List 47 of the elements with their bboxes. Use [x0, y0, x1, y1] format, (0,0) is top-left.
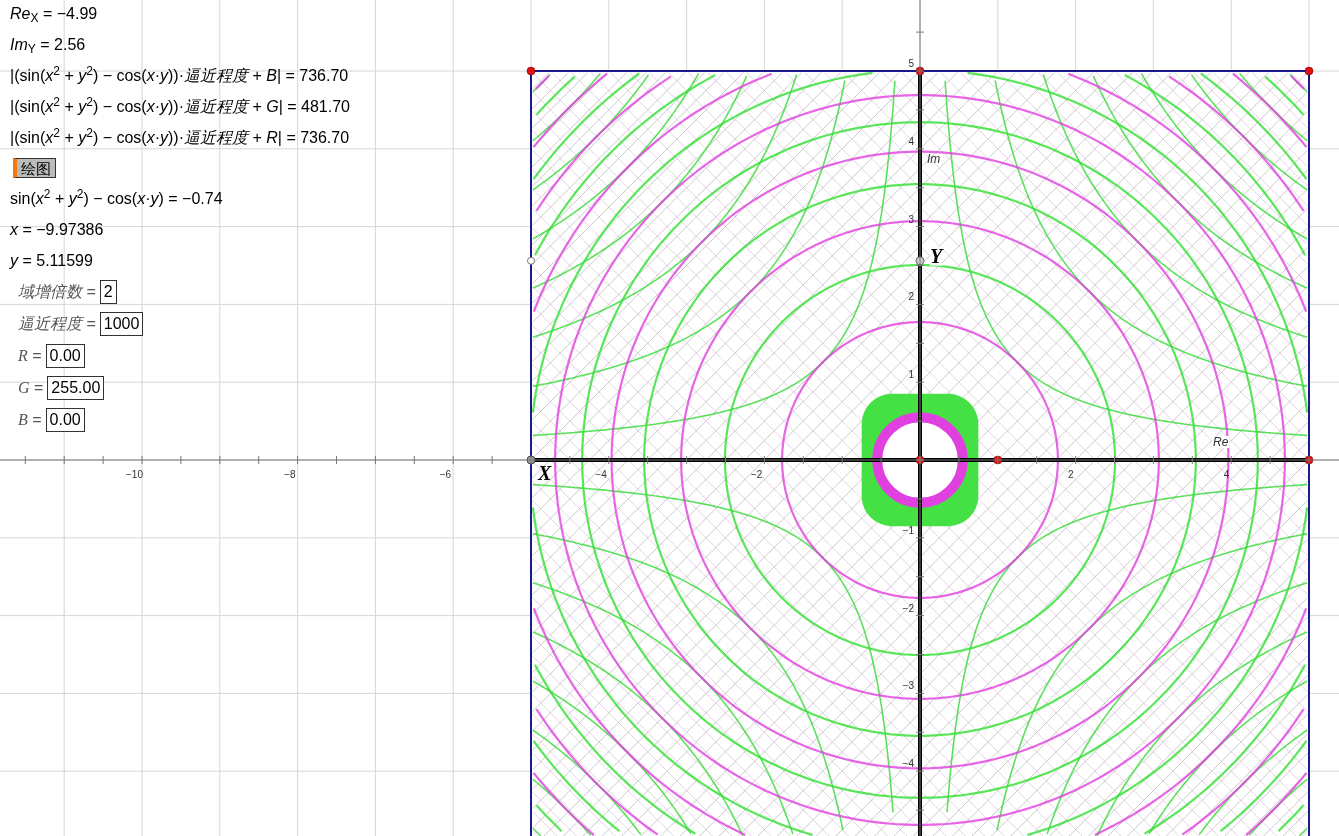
- input-field[interactable]: 1000: [99, 312, 144, 336]
- input-field[interactable]: 0.00: [45, 408, 85, 432]
- axis-tick-label: 5: [907, 57, 914, 71]
- input-field[interactable]: 255.00: [47, 376, 105, 400]
- input-label: G =: [18, 378, 44, 398]
- axis-tick-label: −4: [594, 468, 607, 482]
- axis-label: Im: [927, 151, 941, 168]
- input-label: 逼近程度 =: [18, 314, 96, 334]
- axis-tick-label: 2: [907, 290, 914, 305]
- axis-tick-label: −2: [901, 601, 914, 616]
- axis-tick-label: 2: [1067, 468, 1074, 482]
- axis-label: Re: [1212, 436, 1230, 448]
- point[interactable]: [1304, 455, 1314, 465]
- axis-tick-label: −6: [438, 468, 452, 482]
- point[interactable]: [526, 455, 536, 465]
- point-label: Y: [930, 246, 943, 266]
- algebra-entry: |(sin(x$^{2}$ + y$^{2}$) − cos(x·y))·逼近程度 + G| = 481.70: [10, 94, 350, 117]
- axis-tick-label: −2: [750, 468, 763, 482]
- point[interactable]: [915, 66, 925, 76]
- point[interactable]: [527, 256, 535, 265]
- point[interactable]: [1304, 66, 1314, 76]
- algebra-entry: y = 5.11599: [10, 250, 93, 271]
- input-label: 域增倍数 =: [18, 282, 96, 302]
- input-field[interactable]: 0.00: [45, 344, 85, 368]
- algebra-entry: x = −9.97386: [10, 219, 104, 240]
- axis-tick-label: −3: [901, 679, 914, 694]
- algebra-entry: sin(x$^{2}$ + y$^{2}$) − cos(x·y) = −0.74: [10, 186, 223, 209]
- point[interactable]: [915, 455, 925, 465]
- algebra-entry: Re$_{X}$ = −4.99: [10, 3, 98, 26]
- algebra-entry: Im$_{Y}$ = 2.56: [10, 34, 86, 57]
- axis-tick-label: 4: [907, 134, 914, 149]
- axis-tick-label: 3: [907, 212, 914, 227]
- algebra-entry: |(sin(x$^{2}$ + y$^{2}$) − cos(x·y))·逼近程度 + R| = 736.70: [10, 125, 350, 148]
- axis-tick-label: 1: [907, 368, 914, 383]
- point[interactable]: [526, 66, 536, 76]
- axis-tick-label: −1: [901, 523, 914, 538]
- axis-tick-label: −8: [283, 468, 296, 482]
- axis-tick-label: −4: [901, 757, 914, 772]
- point[interactable]: [915, 256, 925, 266]
- algebra-entry: |(sin(x$^{2}$ + y$^{2}$) − cos(x·y))·逼近程度 + B| = 736.70: [10, 63, 349, 86]
- axis-tick-label: 4: [1222, 468, 1230, 482]
- point[interactable]: [993, 455, 1003, 465]
- input-label: R =: [18, 346, 42, 366]
- input-label: B =: [18, 410, 42, 430]
- point-label: X: [538, 461, 552, 486]
- draw-button[interactable]: 绘图: [13, 158, 56, 178]
- input-field[interactable]: 2: [99, 280, 117, 304]
